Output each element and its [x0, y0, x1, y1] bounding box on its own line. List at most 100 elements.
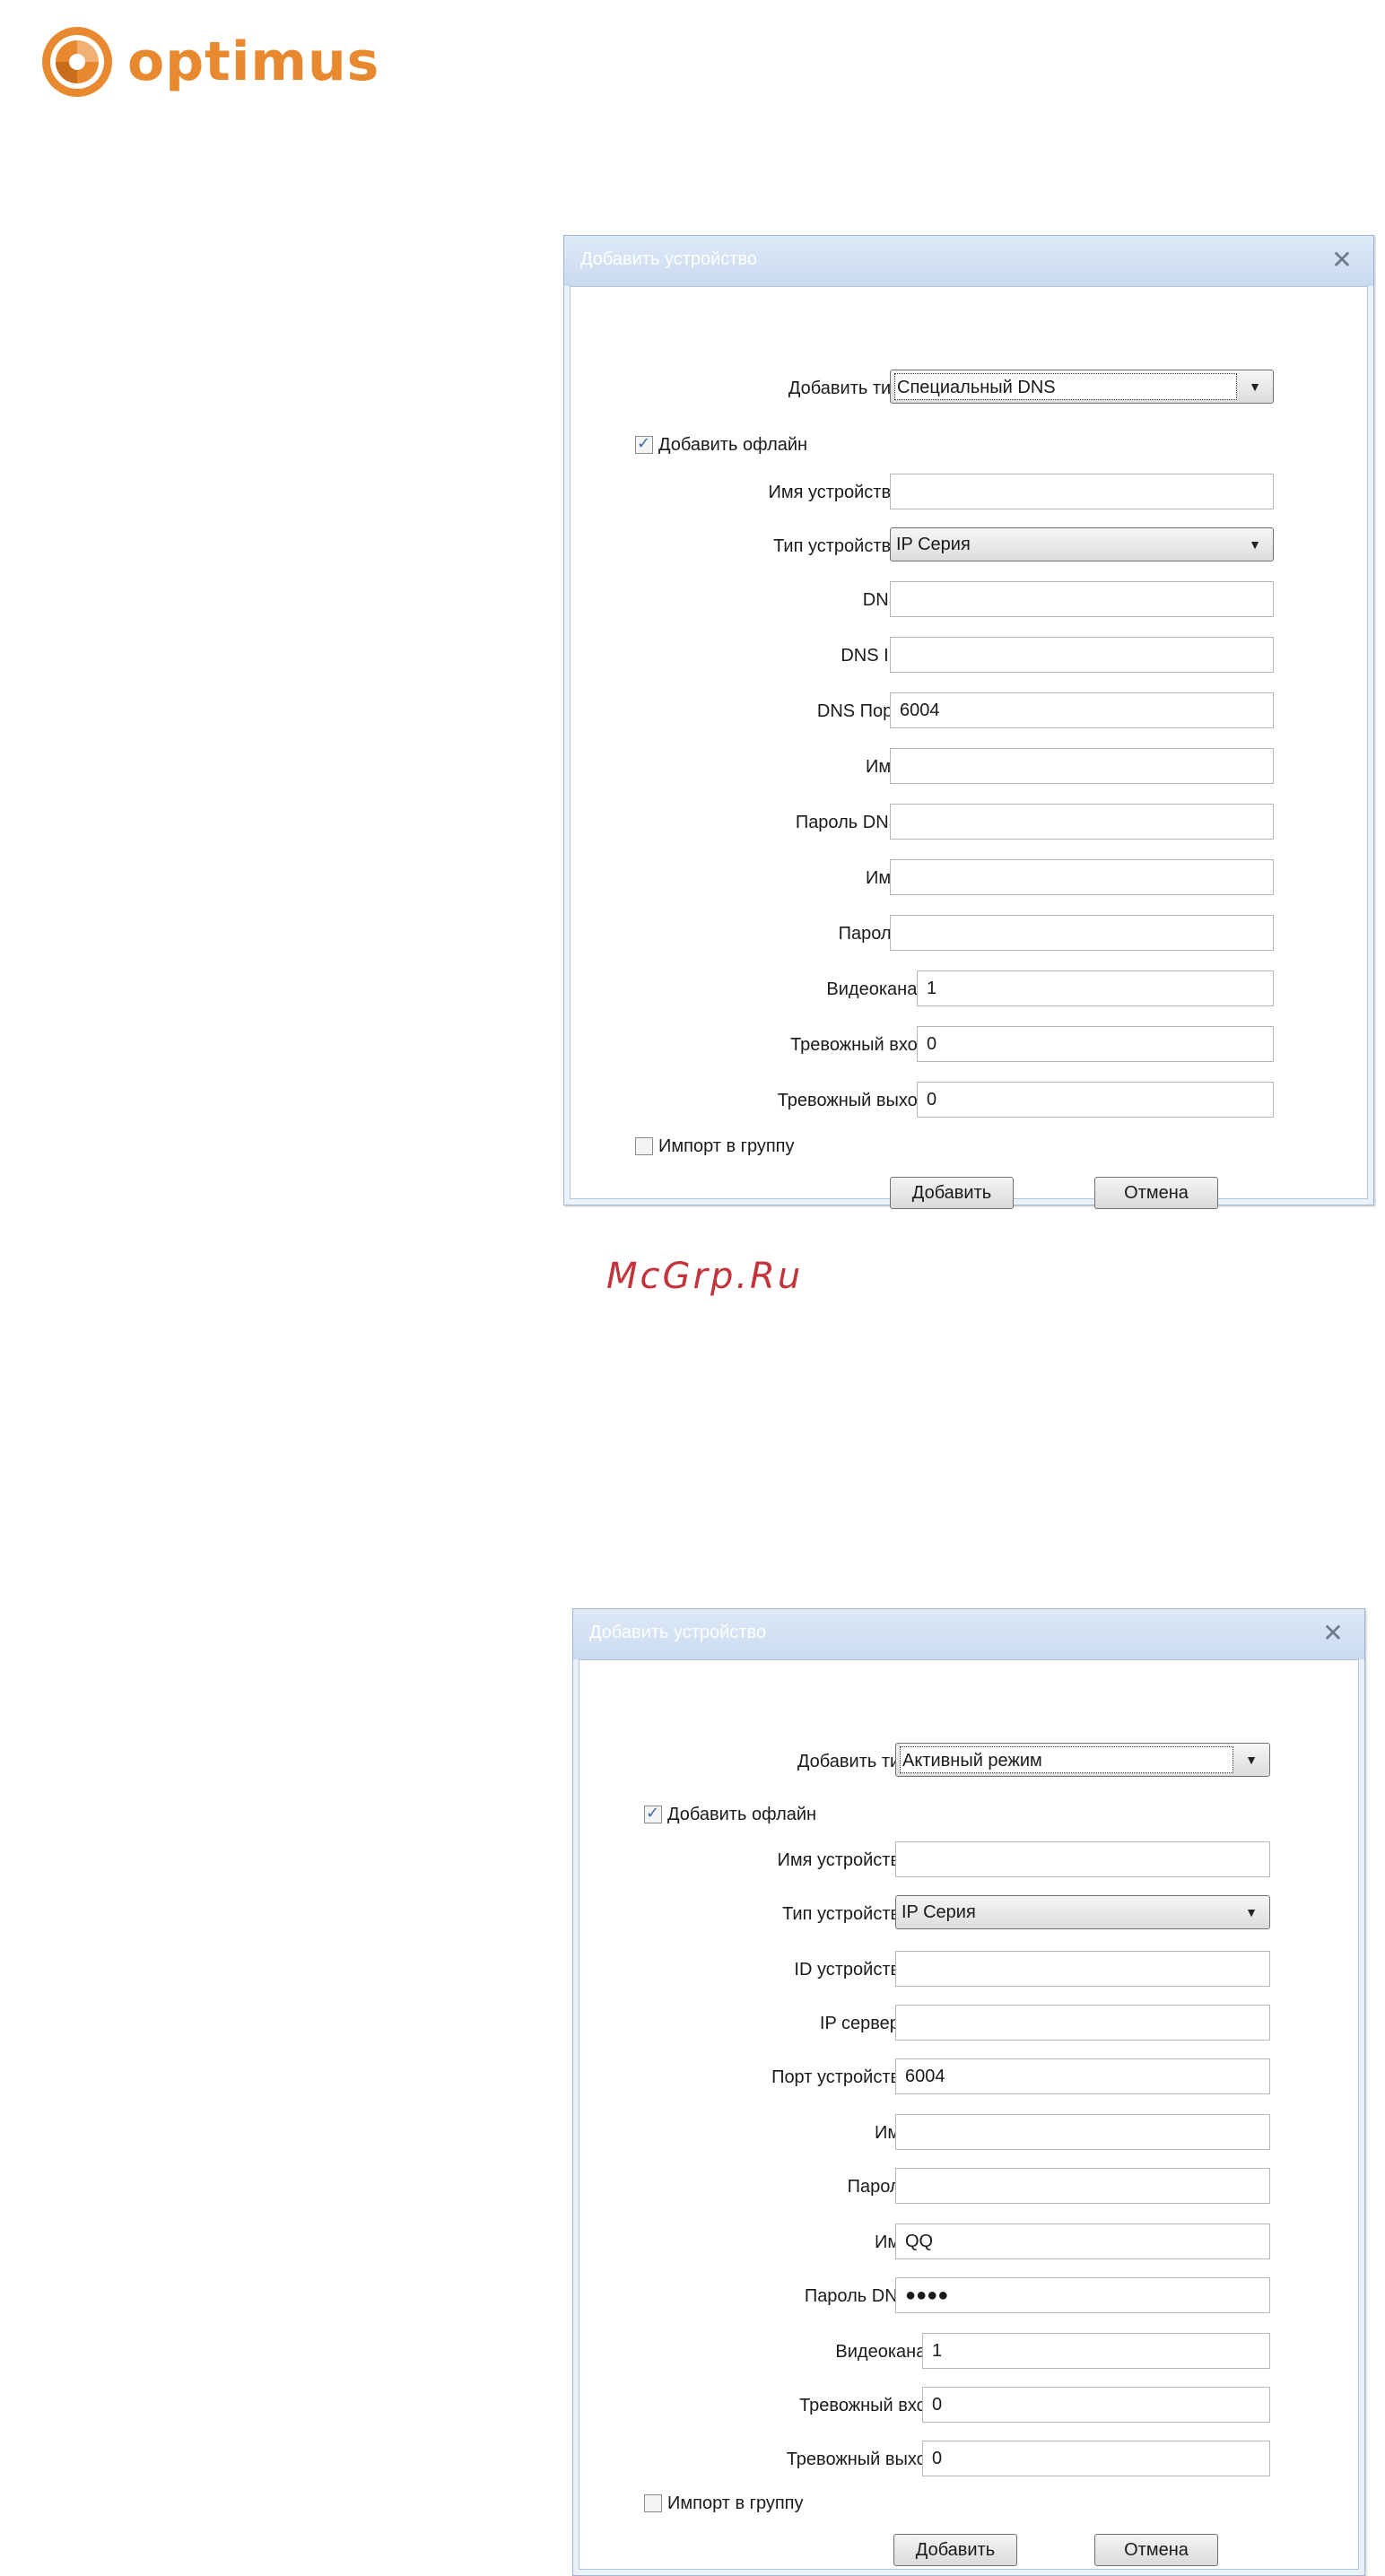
password-input[interactable]	[895, 2168, 1270, 2204]
add-offline-label: Добавить офлайн	[667, 1804, 817, 1824]
dns-password-label: Пароль DNS	[795, 813, 901, 832]
add-type-select[interactable]: Активный режим ▼	[895, 1743, 1270, 1777]
import-group-label: Импорт в группу	[667, 2493, 804, 2513]
import-group-checkbox[interactable]	[644, 2494, 662, 2512]
device-name-row: Имя устройства	[571, 474, 1367, 509]
form-row: DNS	[571, 581, 1367, 617]
alarm-in-input[interactable]: 0	[922, 2387, 1270, 2423]
form-row: Имя	[571, 748, 1367, 784]
chevron-down-icon: ▼	[1249, 537, 1261, 552]
chevron-down-icon: ▼	[1245, 1753, 1258, 1767]
device-id-input[interactable]	[895, 1951, 1270, 1987]
device-type-row: Тип устройства IP Серия ▼	[579, 1895, 1358, 1931]
device-name-label: Имя устройства	[768, 483, 901, 502]
add-type-select[interactable]: Специальный DNS ▼	[890, 370, 1274, 404]
dns-input[interactable]	[890, 581, 1274, 617]
alarm-in-input[interactable]: 0	[917, 1026, 1274, 1062]
form-row: Видеоканал 1	[571, 970, 1367, 1006]
dns-password-label: Пароль DNS	[804, 2286, 910, 2306]
add-offline-row[interactable]: ✓ Добавить офлайн	[635, 432, 807, 457]
device-type-row: Тип устройства IP Серия ▼	[571, 527, 1367, 563]
password-input[interactable]	[890, 915, 1274, 951]
form-row: Пароль	[571, 915, 1367, 951]
dialog-titlebar[interactable]: Добавить устройство ✕	[564, 236, 1373, 286]
video-channel-label: Видеоканал	[826, 979, 928, 999]
import-group-row[interactable]: Импорт в группу	[644, 2491, 804, 2516]
form-row: Видеоканал 1	[579, 2333, 1358, 2369]
form-row: Имя QQ	[579, 2224, 1358, 2259]
device-port-input[interactable]: 6004	[895, 2058, 1270, 2094]
device-type-label: Тип устройства	[782, 1904, 910, 1924]
add-type-label: Добавить тип	[797, 1752, 910, 1771]
device-name-input[interactable]	[890, 474, 1274, 509]
dialog-title: Добавить устройство	[589, 1623, 766, 1642]
name-input[interactable]	[890, 748, 1274, 784]
form-row: Пароль	[579, 2168, 1358, 2204]
dns-password-input[interactable]: ●●●●	[895, 2277, 1270, 2313]
checkmark-icon: ✓	[637, 434, 651, 453]
add-offline-row[interactable]: ✓ Добавить офлайн	[644, 1802, 816, 1827]
alarm-out-input[interactable]: 0	[917, 1082, 1274, 1118]
cancel-button[interactable]: Отмена	[1094, 1177, 1218, 1209]
cancel-button[interactable]: Отмена	[1094, 2534, 1218, 2566]
add-button[interactable]: Добавить	[893, 2534, 1017, 2566]
form-row: Пароль DNS	[571, 804, 1367, 840]
brand-logo: optimus	[39, 22, 379, 102]
close-icon[interactable]: ✕	[1320, 1620, 1346, 1647]
name-input[interactable]: QQ	[895, 2224, 1270, 2259]
add-offline-checkbox[interactable]: ✓	[644, 1804, 662, 1823]
dns-ip-input[interactable]	[890, 637, 1274, 673]
name-input[interactable]	[890, 859, 1274, 895]
form-row: Тревожный вход 0	[571, 1026, 1367, 1062]
device-type-select[interactable]: IP Серия ▼	[895, 1895, 1270, 1929]
brand-name: optimus	[127, 30, 380, 93]
dialog-titlebar[interactable]: Добавить устройство ✕	[573, 1609, 1364, 1659]
form-row: Тревожный вход 0	[579, 2387, 1358, 2423]
dns-port-input[interactable]: 6004	[890, 692, 1274, 728]
form-row: IP сервера	[579, 2005, 1358, 2041]
alarm-out-input[interactable]: 0	[922, 2441, 1270, 2476]
device-type-select[interactable]: IP Серия ▼	[890, 527, 1274, 561]
add-type-value: Активный режим	[900, 1746, 1233, 1773]
device-type-label: Тип устройства	[773, 536, 901, 556]
alarm-in-label: Тревожный вход	[790, 1035, 928, 1055]
add-offline-label: Добавить офлайн	[658, 434, 808, 455]
form-row: Имя	[579, 2114, 1358, 2150]
alarm-out-label: Тревожный выход	[777, 1091, 928, 1110]
alarm-in-label: Тревожный вход	[799, 2396, 936, 2415]
add-type-row: Добавить тип Специальный DNS ▼	[571, 370, 1367, 405]
checkmark-icon: ✓	[646, 1804, 660, 1823]
form-row: Имя	[571, 859, 1367, 895]
dialog-title: Добавить устройство	[580, 249, 757, 269]
device-id-label: ID устройства	[794, 1960, 910, 1980]
form-row: ID устройства	[579, 1951, 1358, 1987]
add-device-dialog-active: Добавить устройство ✕ Добавить тип Актив…	[572, 1608, 1365, 2576]
form-row: DNS IP	[571, 637, 1367, 673]
device-name-input[interactable]	[895, 1841, 1270, 1877]
chevron-down-icon: ▼	[1245, 1905, 1258, 1919]
device-type-value: IP Серия	[902, 1902, 976, 1922]
form-row: Тревожный выход 0	[579, 2441, 1358, 2476]
video-channel-input[interactable]: 1	[922, 2333, 1270, 2369]
alarm-out-label: Тревожный выход	[786, 2450, 936, 2469]
dns-password-input[interactable]	[890, 804, 1274, 840]
chevron-down-icon: ▼	[1249, 379, 1261, 394]
device-name-row: Имя устройства	[579, 1841, 1358, 1877]
form-row: DNS Порт 6004	[571, 692, 1367, 728]
close-icon[interactable]: ✕	[1328, 247, 1355, 274]
add-type-value: Специальный DNS	[894, 373, 1237, 400]
server-ip-input[interactable]	[895, 2005, 1270, 2041]
name-input[interactable]	[895, 2114, 1270, 2150]
add-button[interactable]: Добавить	[890, 1177, 1014, 1209]
import-group-label: Импорт в группу	[658, 1136, 795, 1156]
device-port-label: Порт устройства	[771, 2067, 910, 2087]
video-channel-input[interactable]: 1	[917, 970, 1274, 1006]
add-offline-checkbox[interactable]: ✓	[635, 434, 653, 454]
form-row: Пароль DNS ●●●●	[579, 2277, 1358, 2313]
import-group-row[interactable]: Импорт в группу	[635, 1134, 795, 1159]
optimus-logo-icon	[39, 24, 115, 100]
dialog-content: Добавить тип Специальный DNS ▼ ✓ Добавит…	[570, 286, 1368, 1209]
form-row: Тревожный выход 0	[571, 1082, 1367, 1118]
device-type-value: IP Серия	[896, 535, 971, 554]
import-group-checkbox[interactable]	[635, 1137, 653, 1155]
